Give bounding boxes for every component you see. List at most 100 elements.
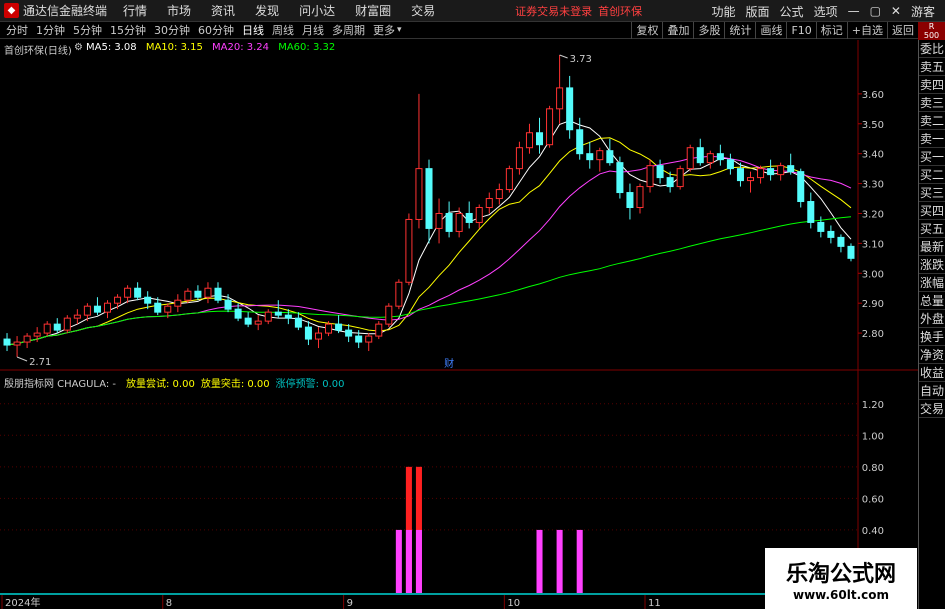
sub-label: 涨停预警: 0.00 <box>275 379 345 390</box>
sidebar-item[interactable]: 卖二 <box>919 112 945 130</box>
candle-body <box>103 302 112 313</box>
candle-body <box>807 201 815 223</box>
candle-body <box>636 186 644 209</box>
candle-body <box>244 317 252 325</box>
candle-body <box>264 311 272 322</box>
candle-body <box>566 87 574 131</box>
sidebar-item[interactable]: 涨幅 <box>919 274 945 292</box>
price-tick-label: 3.40 <box>862 150 884 161</box>
candle-body <box>254 320 262 325</box>
sidebar-item[interactable]: 买一 <box>919 148 945 166</box>
sidebar-item[interactable]: 外盘 <box>919 310 945 328</box>
sidebar-item[interactable]: 总量 <box>919 292 945 310</box>
candle-body <box>455 212 463 232</box>
candle-body <box>736 168 744 182</box>
ma-label: MA10: 3.15 <box>145 42 207 53</box>
candle-body <box>114 296 122 304</box>
sidebar-item[interactable]: 最新 <box>919 238 945 256</box>
candle-body <box>73 314 81 319</box>
candle-body <box>134 287 142 298</box>
candle-body <box>616 162 624 194</box>
candle-body <box>515 147 523 170</box>
min-price-label: 2.71 <box>29 357 51 368</box>
sub-tick-label: 0.60 <box>862 494 884 505</box>
candle-body <box>194 290 202 298</box>
kline-chart[interactable]: 2.80 2.90 3.00 3.10 3.20 3.30 3.40 3.50 3.60 0.40… <box>0 0 918 609</box>
sidebar-item[interactable]: 买四 <box>919 202 945 220</box>
x-tick-label: 2024年 <box>5 596 40 609</box>
candle-body <box>757 168 765 179</box>
candle-body <box>43 323 51 334</box>
ma-label: MA60: 3.32 <box>278 42 336 53</box>
signal-bar <box>536 529 543 593</box>
signal-bar <box>395 529 402 593</box>
sidebar-item[interactable]: 买五 <box>919 220 945 238</box>
candle-body <box>325 323 333 334</box>
sub-title: 殷朋指标网 CHAGULA: - <box>4 379 117 390</box>
badge-top: R <box>928 22 935 31</box>
candle-body <box>184 290 192 301</box>
candle-body <box>646 165 654 188</box>
x-tick-label: 8 <box>166 598 172 609</box>
sidebar-item[interactable]: 涨跌 <box>919 256 945 274</box>
candle-body <box>355 335 363 343</box>
candle-body <box>234 308 242 319</box>
sub-tick-label: 1.20 <box>862 400 884 411</box>
candle-body <box>716 153 724 161</box>
sidebar-item[interactable]: 卖四 <box>919 76 945 94</box>
candle-body <box>365 335 373 343</box>
candle-body <box>797 171 805 203</box>
candle-body <box>556 87 564 110</box>
candle-body <box>224 299 232 310</box>
price-tick-label: 3.10 <box>862 239 884 250</box>
candle-body <box>144 296 152 304</box>
candle-body <box>335 323 343 331</box>
sidebar-item[interactable]: 收益 <box>919 364 945 382</box>
event-mark: 财 <box>444 357 454 370</box>
candle-body <box>546 108 554 146</box>
candle-body <box>666 177 674 188</box>
right-badge: R 500 <box>918 22 945 40</box>
candle-body <box>425 168 433 229</box>
candle-body <box>787 165 795 173</box>
candle-body <box>33 332 41 337</box>
sidebar-item[interactable]: 卖一 <box>919 130 945 148</box>
sidebar-item[interactable]: 买二 <box>919 166 945 184</box>
ma-label: MA5: 3.08 <box>86 42 140 53</box>
candle-body <box>586 153 594 161</box>
sidebar-item[interactable]: 卖五 <box>919 58 945 76</box>
candle-body <box>23 335 31 343</box>
candle-body <box>274 311 282 316</box>
candle-body <box>124 287 132 298</box>
candle-body <box>696 147 704 164</box>
sidebar-item[interactable]: 卖三 <box>919 94 945 112</box>
candle-body <box>837 236 845 247</box>
candle-body <box>93 305 101 313</box>
sidebar-item[interactable]: 交易 <box>919 400 945 418</box>
candle-body <box>154 302 162 313</box>
candle-body <box>525 132 533 149</box>
candle-body <box>164 305 172 313</box>
candle-body <box>385 305 393 325</box>
sidebar-item[interactable]: 委比 <box>919 40 945 58</box>
signal-bar <box>556 529 563 593</box>
candle-body <box>576 129 584 155</box>
sidebar-item[interactable]: 自动 <box>919 382 945 400</box>
candle-body <box>676 168 684 188</box>
price-tick-label: 3.60 <box>862 90 884 101</box>
ma-label: MA20: 3.24 <box>212 42 273 53</box>
candle-body <box>214 287 222 301</box>
candle-body <box>345 329 353 337</box>
settings-icon[interactable]: ⚙ <box>74 42 83 53</box>
price-tick-label: 3.20 <box>862 209 884 220</box>
candle-body <box>596 150 604 161</box>
x-tick-label: 9 <box>347 598 353 609</box>
watermark-url: www.60lt.com <box>792 588 890 602</box>
sidebar-item[interactable]: 净资 <box>919 346 945 364</box>
sidebar-item[interactable]: 买三 <box>919 184 945 202</box>
candle-body <box>777 165 785 176</box>
candle-body <box>706 153 714 164</box>
candle-body <box>656 165 664 179</box>
x-tick-label: 11 <box>648 598 661 609</box>
sidebar-item[interactable]: 换手 <box>919 328 945 346</box>
